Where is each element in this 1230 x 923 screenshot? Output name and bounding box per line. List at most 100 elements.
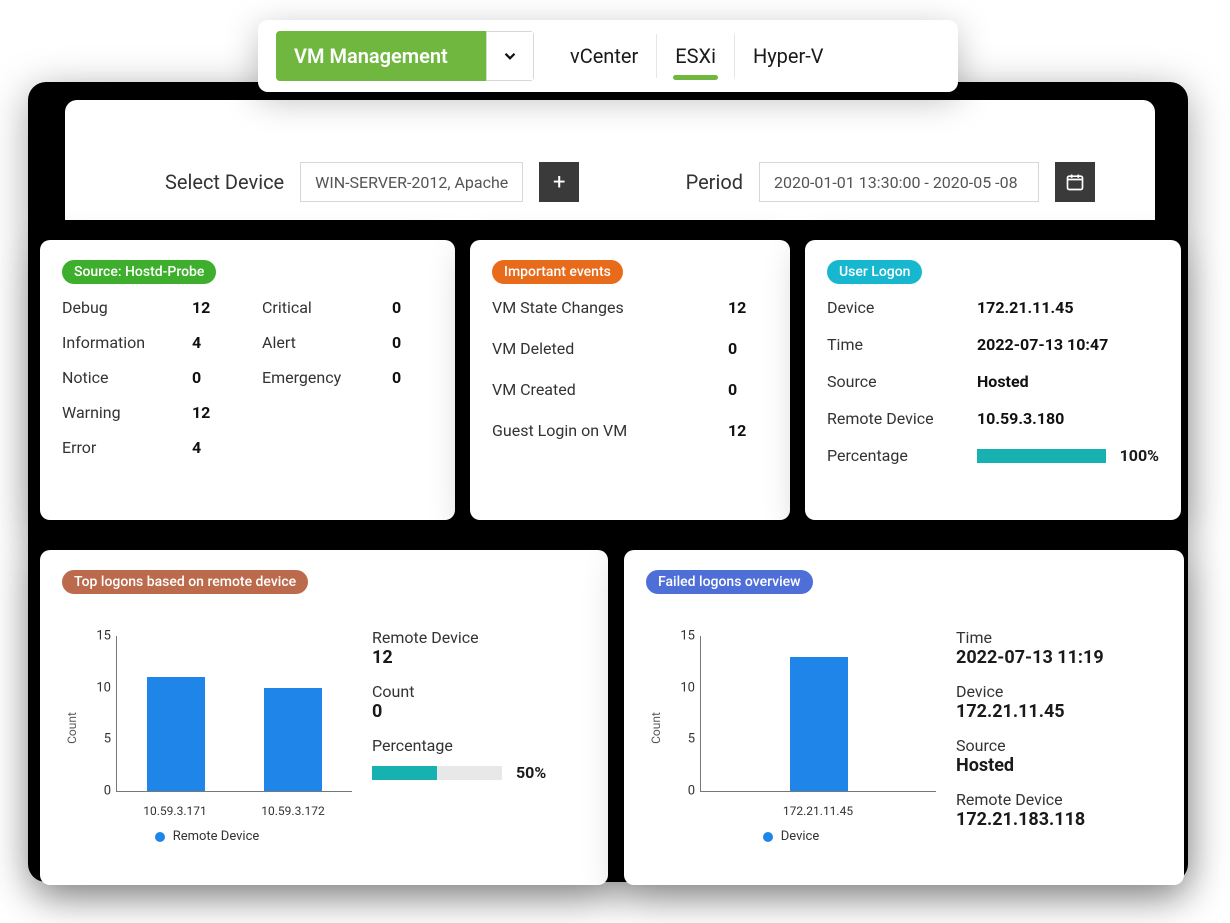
ytick: 10	[661, 680, 695, 695]
vm-management-label: VM Management	[276, 31, 486, 81]
ytick: 10	[77, 680, 111, 695]
top-nav-bar: VM Management vCenter ESXi Hyper-V	[258, 20, 958, 92]
hypervisor-tabs: vCenter ESXi Hyper-V	[552, 34, 842, 78]
tl-count-label: Count	[372, 682, 586, 701]
imp-state-label: VM State Changes	[492, 298, 718, 317]
card-failed-title: Failed logons overview	[646, 570, 813, 594]
card-source: Source: Hostd-Probe Debug 12 Critical 0 …	[40, 240, 455, 520]
ytick: 15	[77, 629, 111, 644]
failed-legend-label: Device	[781, 829, 820, 844]
src-critical-value: 0	[392, 298, 432, 317]
ul-time-value: 2022-07-13 10:47	[977, 335, 1159, 354]
tab-vcenter[interactable]: vCenter	[552, 34, 656, 78]
filter-bar: Select Device WIN-SERVER-2012, Apache + …	[65, 100, 1155, 220]
card-failed-logons: Failed logons overview Count 0 5 10 15 1…	[624, 550, 1184, 885]
fl-device-value: 172.21.11.45	[956, 701, 1162, 722]
src-debug-value: 12	[192, 298, 252, 317]
card-important-title: Important events	[492, 260, 623, 284]
src-alert-value: 0	[392, 333, 432, 352]
select-device-value: WIN-SERVER-2012, Apache	[315, 173, 508, 192]
chart-xlabel: 10.59.3.172	[261, 804, 324, 818]
src-debug-label: Debug	[62, 298, 182, 317]
ytick: 5	[661, 732, 695, 747]
card-important-events: Important events VM State Changes 12 VM …	[470, 240, 790, 520]
important-grid: VM State Changes 12 VM Deleted 0 VM Crea…	[492, 298, 768, 440]
src-emergency-value: 0	[392, 368, 432, 387]
period-label: Period	[686, 170, 743, 194]
chart-bar	[147, 677, 205, 791]
src-warning-value: 12	[192, 403, 252, 422]
plus-icon: +	[553, 170, 565, 195]
imp-deleted-value: 0	[728, 339, 768, 358]
imp-guest-value: 12	[728, 421, 768, 440]
calendar-button[interactable]	[1055, 162, 1095, 202]
dropdown-caret-button[interactable]	[486, 31, 534, 81]
imp-guest-label: Guest Login on VM	[492, 421, 718, 440]
vm-management-dropdown[interactable]: VM Management	[276, 31, 534, 81]
ytick: 0	[661, 784, 695, 799]
card-top-logons: Top logons based on remote device Count …	[40, 550, 608, 885]
ul-time-label: Time	[827, 335, 967, 354]
ul-device-label: Device	[827, 298, 967, 317]
ul-remote-label: Remote Device	[827, 409, 967, 428]
tl-progress-bar	[372, 766, 502, 780]
fl-source-label: Source	[956, 736, 1162, 755]
select-device-label: Select Device	[165, 170, 284, 194]
ul-device-value: 172.21.11.45	[977, 298, 1159, 317]
src-notice-label: Notice	[62, 368, 182, 387]
src-emergency-label: Emergency	[262, 368, 382, 387]
add-device-button[interactable]: +	[539, 162, 579, 202]
fl-time-value: 2022-07-13 11:19	[956, 647, 1162, 668]
ul-progress-bar	[977, 449, 1106, 463]
src-error-label: Error	[62, 438, 182, 457]
src-critical-label: Critical	[262, 298, 382, 317]
src-error-value: 4	[192, 438, 252, 457]
ul-pct-label: Percentage	[827, 446, 967, 465]
ytick: 5	[77, 732, 111, 747]
calendar-icon	[1065, 172, 1085, 192]
fl-remote-label: Remote Device	[956, 790, 1162, 809]
src-info-value: 4	[192, 333, 252, 352]
toplogons-legend: Remote Device	[62, 829, 352, 844]
source-grid: Debug 12 Critical 0 Information 4 Alert …	[62, 298, 433, 457]
chart-xlabel: 10.59.3.171	[143, 804, 206, 818]
toplogons-chart: Count 0 5 10 15 10.59.3.17110.59.3.172 R…	[62, 608, 352, 848]
failed-plot: 0 5 10 15	[700, 636, 936, 792]
failed-chart: Count 0 5 10 15 172.21.11.45 Device	[646, 608, 936, 848]
card-user-logon: User Logon Device 172.21.11.45 Time 2022…	[805, 240, 1181, 520]
toplogons-side: Remote Device 12 Count 0 Percentage 50%	[372, 608, 586, 848]
ytick: 15	[661, 629, 695, 644]
imp-deleted-label: VM Deleted	[492, 339, 718, 358]
ul-pct-value: 100%	[1120, 446, 1159, 465]
period-value: 2020-01-01 13:30:00 - 2020-05 -08	[774, 173, 1018, 192]
fl-time-label: Time	[956, 628, 1162, 647]
card-source-title: Source: Hostd-Probe	[62, 260, 216, 284]
card-toplogons-title: Top logons based on remote device	[62, 570, 308, 594]
src-warning-label: Warning	[62, 403, 182, 422]
ul-remote-value: 10.59.3.180	[977, 409, 1159, 428]
src-notice-value: 0	[192, 368, 252, 387]
chart-bar	[264, 688, 322, 791]
userlogon-grid: Device 172.21.11.45 Time 2022-07-13 10:4…	[827, 298, 1159, 465]
failed-legend: Device	[646, 829, 936, 844]
toplogons-plot: 0 5 10 15	[116, 636, 352, 792]
legend-dot-icon	[155, 832, 165, 842]
ul-source-value: Hosted	[977, 372, 1159, 391]
ytick: 0	[77, 784, 111, 799]
select-device-input[interactable]: WIN-SERVER-2012, Apache	[300, 162, 523, 202]
fl-source-value: Hosted	[956, 755, 1162, 776]
tab-hyperv[interactable]: Hyper-V	[734, 34, 842, 78]
tab-esxi[interactable]: ESXi	[656, 34, 734, 78]
chart-xlabel: 172.21.11.45	[783, 804, 853, 818]
period-input[interactable]: 2020-01-01 13:30:00 - 2020-05 -08	[759, 162, 1039, 202]
tl-remote-label: Remote Device	[372, 628, 586, 647]
fl-device-label: Device	[956, 682, 1162, 701]
failed-side: Time 2022-07-13 11:19 Device 172.21.11.4…	[956, 608, 1162, 848]
imp-created-value: 0	[728, 380, 768, 399]
src-info-label: Information	[62, 333, 182, 352]
chevron-down-icon	[501, 47, 519, 65]
tl-pct-label: Percentage	[372, 736, 586, 755]
imp-state-value: 12	[728, 298, 768, 317]
imp-created-label: VM Created	[492, 380, 718, 399]
src-alert-label: Alert	[262, 333, 382, 352]
